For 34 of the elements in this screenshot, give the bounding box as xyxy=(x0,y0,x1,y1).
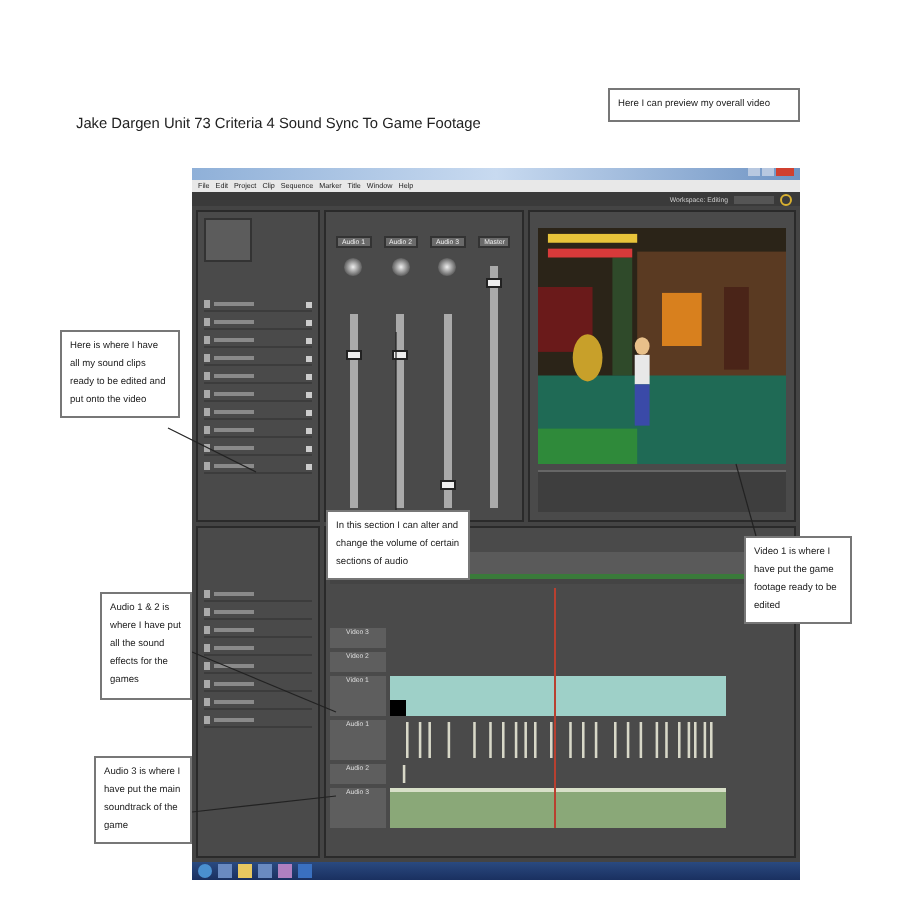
fader-handle[interactable] xyxy=(345,350,362,361)
clip-row[interactable] xyxy=(204,352,312,366)
clip-row[interactable] xyxy=(204,370,312,384)
start-button[interactable] xyxy=(198,864,212,878)
folder-row[interactable] xyxy=(204,606,312,620)
fader-handle[interactable] xyxy=(486,277,503,288)
volume-fader[interactable] xyxy=(349,313,358,508)
clip-row[interactable] xyxy=(204,334,312,348)
folder-row[interactable] xyxy=(204,660,312,674)
clip-row[interactable] xyxy=(204,298,312,312)
video-clip[interactable] xyxy=(390,676,726,716)
fader-handle[interactable] xyxy=(439,479,456,490)
folder-row[interactable] xyxy=(204,588,312,602)
clip-row[interactable] xyxy=(204,442,312,456)
fader-handle[interactable] xyxy=(392,350,409,361)
volume-fader[interactable] xyxy=(490,265,499,508)
clip-row[interactable] xyxy=(204,406,312,420)
clip-row[interactable] xyxy=(204,424,312,438)
volume-fader[interactable] xyxy=(443,313,452,508)
volume-fader[interactable] xyxy=(396,313,405,508)
folder-row[interactable] xyxy=(204,624,312,638)
pan-knob[interactable] xyxy=(344,258,363,276)
clip-row[interactable] xyxy=(204,460,312,474)
folder-row[interactable] xyxy=(204,714,312,728)
folder-row[interactable] xyxy=(204,642,312,656)
folder-row[interactable] xyxy=(204,696,312,710)
soundtrack-clip[interactable] xyxy=(390,788,726,828)
clip-row[interactable] xyxy=(204,388,312,402)
pan-knob[interactable] xyxy=(438,258,457,276)
clip-thumbnail xyxy=(204,218,252,262)
folder-row[interactable] xyxy=(204,678,312,692)
pan-knob[interactable] xyxy=(391,258,410,276)
clip-row[interactable] xyxy=(204,316,312,330)
search-icon[interactable] xyxy=(780,193,792,205)
